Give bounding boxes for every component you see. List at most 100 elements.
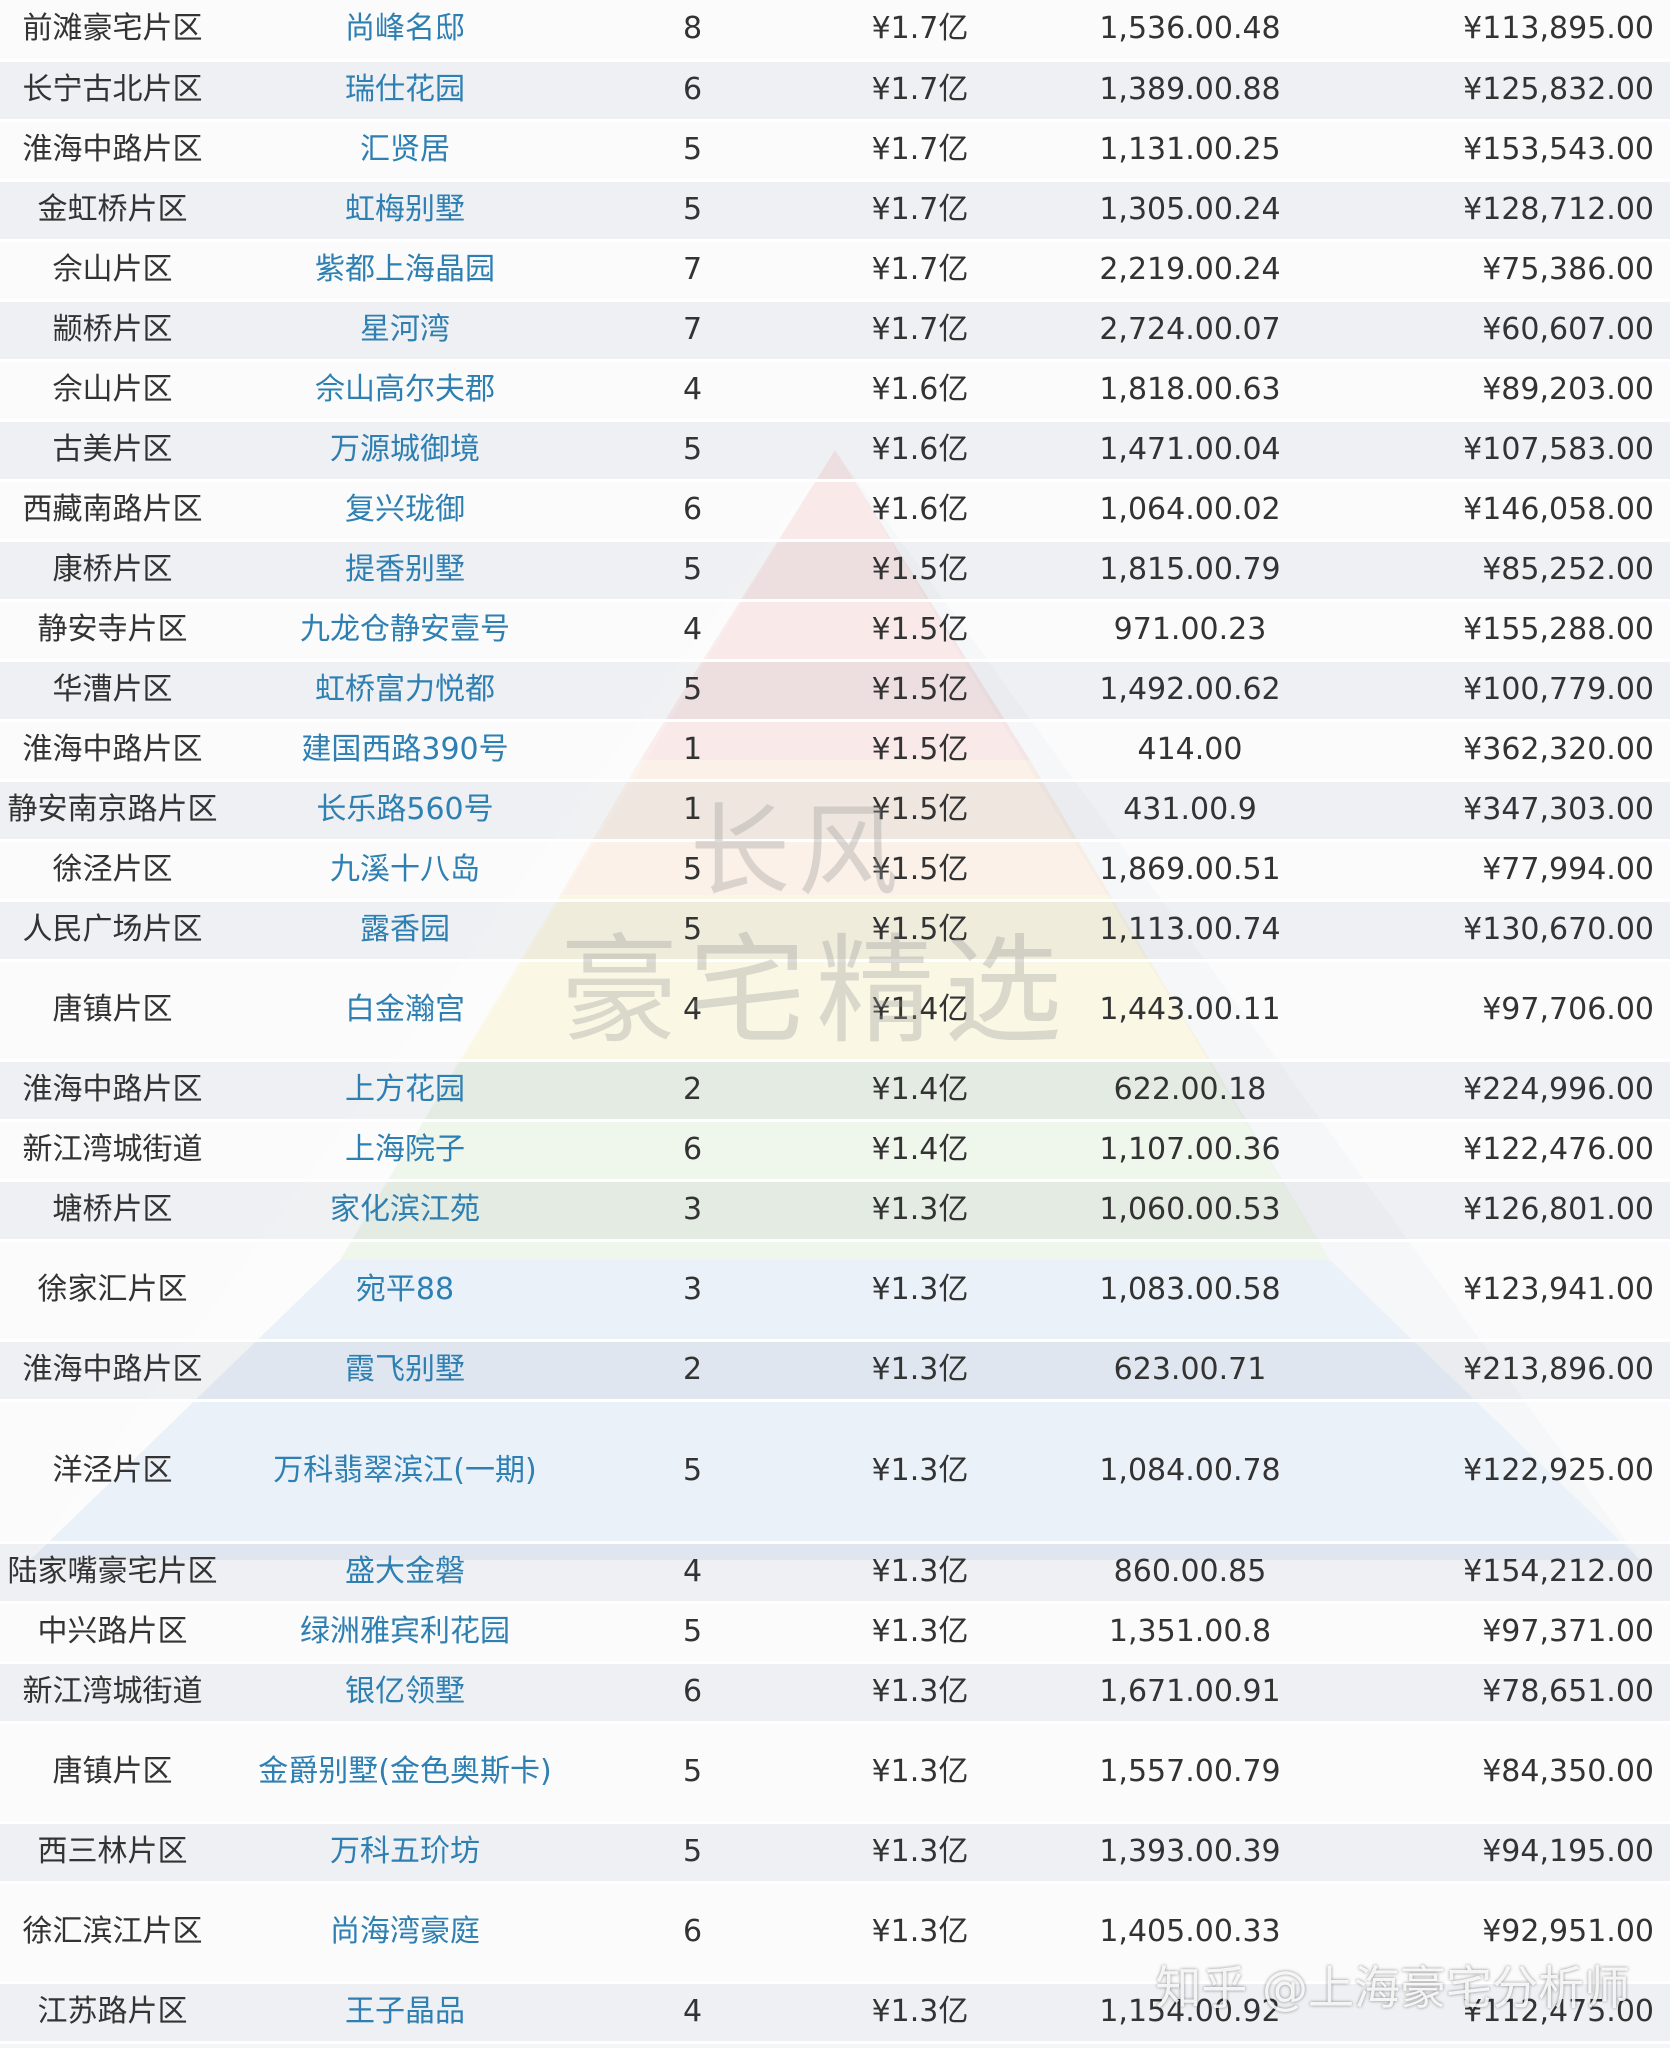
unit-price-cell: ¥155,288.00 — [1340, 600, 1670, 662]
unit-price-cell: ¥154,212.00 — [1340, 1542, 1670, 1604]
project-link[interactable]: 九龙仓静安壹号 — [225, 600, 585, 662]
project-link[interactable]: 上方花园 — [225, 1060, 585, 1122]
project-link[interactable]: 提香别墅 — [225, 540, 585, 602]
table-row: 康桥片区 提香别墅 5 ¥1.5亿 1,815.00.79 ¥85,252.00 — [0, 540, 1670, 602]
table-row: 唐镇片区 金爵别墅(金色奥斯卡) 5 ¥1.3亿 1,557.00.79 ¥84,350.… — [0, 1722, 1670, 1824]
units-cell: 5 — [585, 840, 800, 902]
project-link[interactable]: 万源城御境 — [225, 420, 585, 482]
project-link[interactable]: 汇贤居 — [225, 120, 585, 182]
unit-price-cell: ¥128,712.00 — [1340, 180, 1670, 242]
units-cell: 5 — [585, 1602, 800, 1664]
total-price-cell: ¥1.6亿 — [800, 420, 1040, 482]
district-cell: 新江湾城街道 — [0, 1662, 225, 1724]
total-price-cell: ¥1.6亿 — [800, 360, 1040, 422]
district-cell: 淮海中路片区 — [0, 1340, 225, 1402]
units-cell: 6 — [585, 480, 800, 542]
total-price-cell: ¥1.3亿 — [800, 1400, 1040, 1544]
project-link[interactable]: 宛平88 — [225, 1240, 585, 1342]
table-row: 古美片区 万源城御境 5 ¥1.6亿 1,471.00.04 ¥107,583.00 — [0, 420, 1670, 482]
total-price-cell: ¥1.3亿 — [800, 1240, 1040, 1342]
district-cell: 中兴路片区 — [0, 1602, 225, 1664]
project-link[interactable]: 金爵别墅(金色奥斯卡) — [225, 1722, 585, 1824]
area-cell: 1,869.00.51 — [1040, 840, 1340, 902]
unit-price-cell: ¥122,925.00 — [1340, 1400, 1670, 1544]
project-link[interactable]: 白金瀚宫 — [225, 960, 585, 1062]
project-link[interactable]: 建国西路390号 — [225, 720, 585, 782]
district-cell: 江苏路片区 — [0, 1982, 225, 2044]
units-cell: 5 — [585, 1722, 800, 1824]
district-cell: 西藏南路片区 — [0, 480, 225, 542]
project-link[interactable]: 佘山高尔夫郡 — [225, 360, 585, 422]
project-link[interactable]: 万科翡翠滨江(一期) — [225, 1400, 585, 1544]
table-row: 徐家汇片区 宛平88 3 ¥1.3亿 1,083.00.58 ¥123,941.00 — [0, 1240, 1670, 1342]
project-link[interactable]: 霞飞别墅 — [225, 1340, 585, 1402]
area-cell: 431.00.9 — [1040, 780, 1340, 842]
unit-price-cell: ¥123,941.00 — [1340, 1240, 1670, 1342]
project-link[interactable]: 复兴珑御 — [225, 480, 585, 542]
table-row: 西藏南路片区 复兴珑御 6 ¥1.6亿 1,064.00.02 ¥146,058.00 — [0, 480, 1670, 542]
units-cell: 4 — [585, 1542, 800, 1604]
area-cell: 414.00 — [1040, 720, 1340, 782]
unit-price-cell: ¥213,896.00 — [1340, 1340, 1670, 1402]
area-cell: 1,443.00.11 — [1040, 960, 1340, 1062]
total-price-cell: ¥1.3亿 — [800, 1602, 1040, 1664]
units-cell: 3 — [585, 1180, 800, 1242]
project-link[interactable]: 上海院子 — [225, 1120, 585, 1182]
project-link[interactable]: 尚海湾豪庭 — [225, 1882, 585, 1984]
area-cell: 1,393.00.39 — [1040, 1822, 1340, 1884]
units-cell: 7 — [585, 300, 800, 362]
area-cell: 1,389.00.88 — [1040, 60, 1340, 122]
table-row: 淮海中路片区 霞飞别墅 2 ¥1.3亿 623.00.71 ¥213,896.00 — [0, 1340, 1670, 1402]
total-price-cell: ¥1.3亿 — [800, 1180, 1040, 1242]
project-link[interactable]: 尚峰名邸 — [225, 0, 585, 62]
project-link[interactable]: 虹桥富力悦都 — [225, 660, 585, 722]
unit-price-cell: ¥75,386.00 — [1340, 240, 1670, 302]
unit-price-cell: ¥84,350.00 — [1340, 1722, 1670, 1824]
units-cell: 1 — [585, 780, 800, 842]
total-price-cell: ¥1.7亿 — [800, 120, 1040, 182]
project-link[interactable]: 长乐路560号 — [225, 780, 585, 842]
table-row: 淮海中路片区 上方花园 2 ¥1.4亿 622.00.18 ¥224,996.00 — [0, 1060, 1670, 1122]
table-row: 佘山片区 紫都上海晶园 7 ¥1.7亿 2,219.00.24 ¥75,386.00 — [0, 240, 1670, 302]
total-price-cell: ¥1.3亿 — [800, 1822, 1040, 1884]
unit-price-cell: ¥77,994.00 — [1340, 840, 1670, 902]
area-cell: 1,131.00.25 — [1040, 120, 1340, 182]
project-link[interactable]: 紫都上海晶园 — [225, 240, 585, 302]
project-link[interactable]: 九溪十八岛 — [225, 840, 585, 902]
table-row: 颛桥片区 星河湾 7 ¥1.7亿 2,724.00.07 ¥60,607.00 — [0, 300, 1670, 362]
table-row: 中兴路片区 绿洲雅宾利花园 5 ¥1.3亿 1,351.00.8 ¥97,371.00 — [0, 1602, 1670, 1664]
total-price-cell: ¥1.5亿 — [800, 600, 1040, 662]
units-cell: 4 — [585, 960, 800, 1062]
area-cell: 1,815.00.79 — [1040, 540, 1340, 602]
units-cell: 5 — [585, 180, 800, 242]
project-link[interactable]: 王子晶品 — [225, 1982, 585, 2044]
project-link[interactable]: 盛大金磐 — [225, 1542, 585, 1604]
total-price-cell: ¥1.7亿 — [800, 0, 1040, 62]
project-link[interactable]: 万科五玠坊 — [225, 1822, 585, 1884]
project-link[interactable]: 露香园 — [225, 900, 585, 962]
area-cell: 1,536.00.48 — [1040, 0, 1340, 62]
total-price-cell: ¥1.3亿 — [800, 1722, 1040, 1824]
total-price-cell: ¥1.3亿 — [800, 1542, 1040, 1604]
district-cell: 陆家嘴豪宅片区 — [0, 1542, 225, 1604]
project-link[interactable]: 星河湾 — [225, 300, 585, 362]
project-link[interactable]: 家化滨江苑 — [225, 1180, 585, 1242]
district-cell: 前滩豪宅片区 — [0, 0, 225, 62]
project-link[interactable]: 虹梅别墅 — [225, 180, 585, 242]
area-cell: 860.00.85 — [1040, 1542, 1340, 1604]
unit-price-cell: ¥122,476.00 — [1340, 1120, 1670, 1182]
unit-price-cell: ¥100,779.00 — [1340, 660, 1670, 722]
district-cell: 西三林片区 — [0, 1822, 225, 1884]
units-cell: 7 — [585, 240, 800, 302]
units-cell: 5 — [585, 660, 800, 722]
area-cell: 1,471.00.04 — [1040, 420, 1340, 482]
project-link[interactable]: 银亿领墅 — [225, 1662, 585, 1724]
project-link[interactable]: 瑞仕花园 — [225, 60, 585, 122]
unit-price-cell: ¥78,651.00 — [1340, 1662, 1670, 1724]
table-row: 静安南京路片区 长乐路560号 1 ¥1.5亿 431.00.9 ¥347,303.00 — [0, 780, 1670, 842]
units-cell: 6 — [585, 1882, 800, 1984]
total-price-cell: ¥1.7亿 — [800, 300, 1040, 362]
project-link[interactable]: 绿洲雅宾利花园 — [225, 1602, 585, 1664]
units-cell: 5 — [585, 1400, 800, 1544]
table-row: 徐泾片区 九溪十八岛 5 ¥1.5亿 1,869.00.51 ¥77,994.00 — [0, 840, 1670, 902]
